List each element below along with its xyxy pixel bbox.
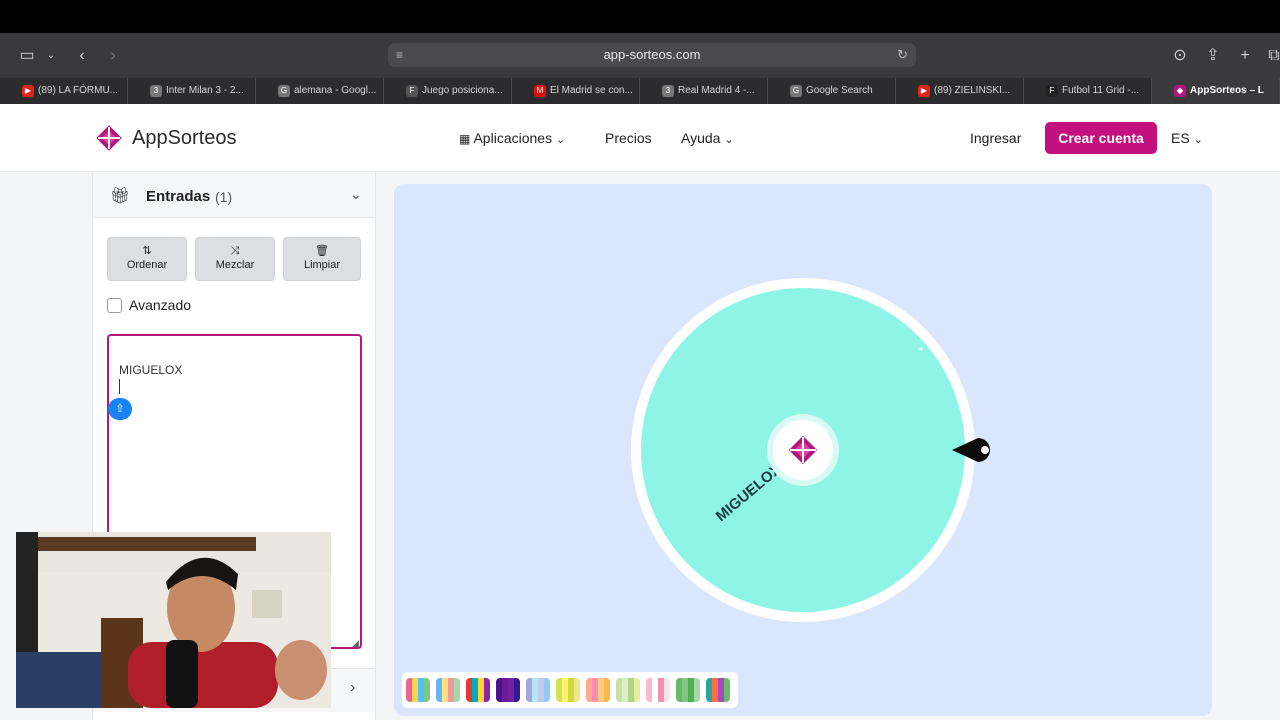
create-account-button[interactable]: Crear cuenta: [1045, 122, 1157, 154]
browser-tab[interactable]: ▶ (89) ZIELINSKI...: [896, 78, 1024, 104]
tab-strip: ▶ (89) LA FÓRMU... 3 Inter Milan 3 - 2... Ga…: [0, 78, 1280, 104]
entries-panel-header[interactable]: [93, 172, 375, 218]
entries-count: (1): [215, 189, 233, 205]
sort-button[interactable]: ⇅ Ordenar: [107, 237, 187, 281]
entries-title: Entradas: [146, 188, 211, 205]
chevron-down-icon: ⌄: [555, 134, 566, 146]
grid-icon: ▦: [459, 132, 471, 146]
trash-icon: 🗑︎: [315, 245, 329, 257]
tab-favicon-icon: M: [534, 85, 546, 97]
url-text: app-sorteos.com: [603, 47, 701, 62]
language-label: ES: [1171, 130, 1190, 146]
forward-icon[interactable]: ›: [101, 33, 125, 78]
tab-favicon-icon: 3: [662, 85, 674, 97]
wheel-pointer-icon: [952, 438, 990, 462]
tab-overview-icon[interactable]: ⧉: [1262, 33, 1280, 78]
nav-apps[interactable]: ▦ Aplicaciones ⌄: [459, 127, 565, 151]
clear-label: Limpiar: [303, 259, 341, 271]
language-selector[interactable]: ES ⌄: [1171, 127, 1203, 151]
gift-icon: 🎁︎: [110, 188, 131, 205]
logo-icon[interactable]: [92, 121, 126, 155]
palette-swatch[interactable]: [406, 678, 430, 702]
browser-tab[interactable]: ◆ AppSorteos – L: [1152, 78, 1280, 104]
nav-help-label: Ayuda: [681, 130, 721, 146]
chevron-down-icon: ⌄: [1193, 134, 1203, 146]
tab-label: (89) ZIELINSKI...: [934, 85, 1011, 96]
palette-swatch[interactable]: [436, 678, 460, 702]
palette-swatch[interactable]: [556, 678, 580, 702]
tab-favicon-icon: F: [406, 85, 418, 97]
spin-wheel[interactable]: MIGUELOX: [628, 276, 980, 624]
shuffle-label: Mezclar: [215, 259, 255, 271]
browser-tab[interactable]: ▶ (89) LA FÓRMU...: [0, 78, 128, 104]
tab-favicon-icon: 3: [150, 85, 162, 97]
download-icon[interactable]: ⊙: [1168, 33, 1192, 78]
back-icon[interactable]: ‹: [70, 33, 94, 78]
browser-tab[interactable]: 3 Real Madrid 4 -...: [640, 78, 768, 104]
logo-text[interactable]: AppSorteos: [132, 124, 237, 152]
chevron-down-icon: ⌄: [724, 134, 734, 146]
palette-swatch[interactable]: [496, 678, 520, 702]
advanced-label: Avanzado: [129, 297, 192, 313]
palette-swatch[interactable]: [616, 678, 640, 702]
page-icon: ≡: [396, 48, 404, 62]
clear-button[interactable]: 🗑︎ Limpiar: [283, 237, 361, 281]
tab-label: Real Madrid 4 -...: [678, 85, 755, 96]
browser-tab[interactable]: Galemana - Googl...: [256, 78, 384, 104]
resize-handle-icon[interactable]: ◢: [352, 638, 359, 649]
tab-label: Juego posiciona...: [422, 85, 503, 96]
palette-swatch[interactable]: [646, 678, 670, 702]
sort-label: Ordenar: [126, 259, 168, 271]
palette-swatch[interactable]: [526, 678, 550, 702]
advanced-checkbox[interactable]: [107, 298, 122, 313]
tab-favicon-icon: G: [278, 85, 290, 97]
browser-tab[interactable]: F Juego posiciona...: [384, 78, 512, 104]
tab-favicon-icon: ▶: [22, 85, 34, 97]
nav-apps-label: Aplicaciones: [473, 130, 553, 146]
tab-label: El Madrid se con...: [550, 85, 633, 96]
chevron-down-icon[interactable]: ⌄: [350, 186, 362, 203]
sort-icon: ⇅: [142, 245, 152, 257]
tab-label: Google Search: [806, 85, 873, 96]
reload-icon[interactable]: ↻: [897, 43, 908, 67]
tab-label: Futbol 11 Grid -...: [1062, 85, 1140, 96]
palette-swatch[interactable]: [676, 678, 700, 702]
browser-tab[interactable]: G Google Search: [768, 78, 896, 104]
chevron-right-icon[interactable]: ›: [350, 679, 355, 697]
webcam-video: [16, 532, 331, 708]
sidebar-toggle-icon[interactable]: ▭: [15, 33, 39, 78]
browser-tab[interactable]: M El Madrid se con...: [512, 78, 640, 104]
webcam-overlay: [16, 532, 331, 708]
nav-pricing[interactable]: Precios: [605, 127, 652, 149]
tab-favicon-icon: G: [790, 85, 802, 97]
palette-swatch[interactable]: [586, 678, 610, 702]
tab-label: Inter Milan 3 - 2...: [166, 85, 244, 96]
text-caret: [119, 379, 120, 394]
palette-swatch[interactable]: [706, 678, 730, 702]
shuffle-icon: ⤨: [230, 245, 240, 257]
tab-favicon-icon: F: [1046, 85, 1058, 97]
share-icon[interactable]: ⇪: [1201, 33, 1225, 78]
entry-line: MIGUELOX: [119, 363, 183, 377]
tab-favicon-icon: ▶: [918, 85, 930, 97]
nav-help[interactable]: Ayuda ⌄: [681, 127, 734, 151]
tab-favicon-icon: ◆: [1174, 85, 1186, 97]
new-tab-icon[interactable]: +: [1233, 33, 1257, 78]
tab-label: AppSorteos – L: [1190, 85, 1264, 96]
login-link[interactable]: Ingresar: [970, 127, 1021, 149]
tab-label: alemana - Googl...: [294, 85, 377, 96]
browser-tab[interactable]: 3 Inter Milan 3 - 2...: [128, 78, 256, 104]
screen-top-bar: [0, 0, 1280, 33]
tab-label: (89) LA FÓRMU...: [38, 85, 119, 96]
chevron-down-icon[interactable]: ⌄: [39, 33, 63, 78]
shuffle-button[interactable]: ⤨ Mezclar: [195, 237, 275, 281]
shift-icon[interactable]: ⇧: [108, 398, 132, 420]
browser-tab[interactable]: F Futbol 11 Grid -...: [1024, 78, 1152, 104]
address-bar[interactable]: ≡ app-sorteos.com ↻: [388, 43, 916, 67]
palette-swatch[interactable]: [466, 678, 490, 702]
